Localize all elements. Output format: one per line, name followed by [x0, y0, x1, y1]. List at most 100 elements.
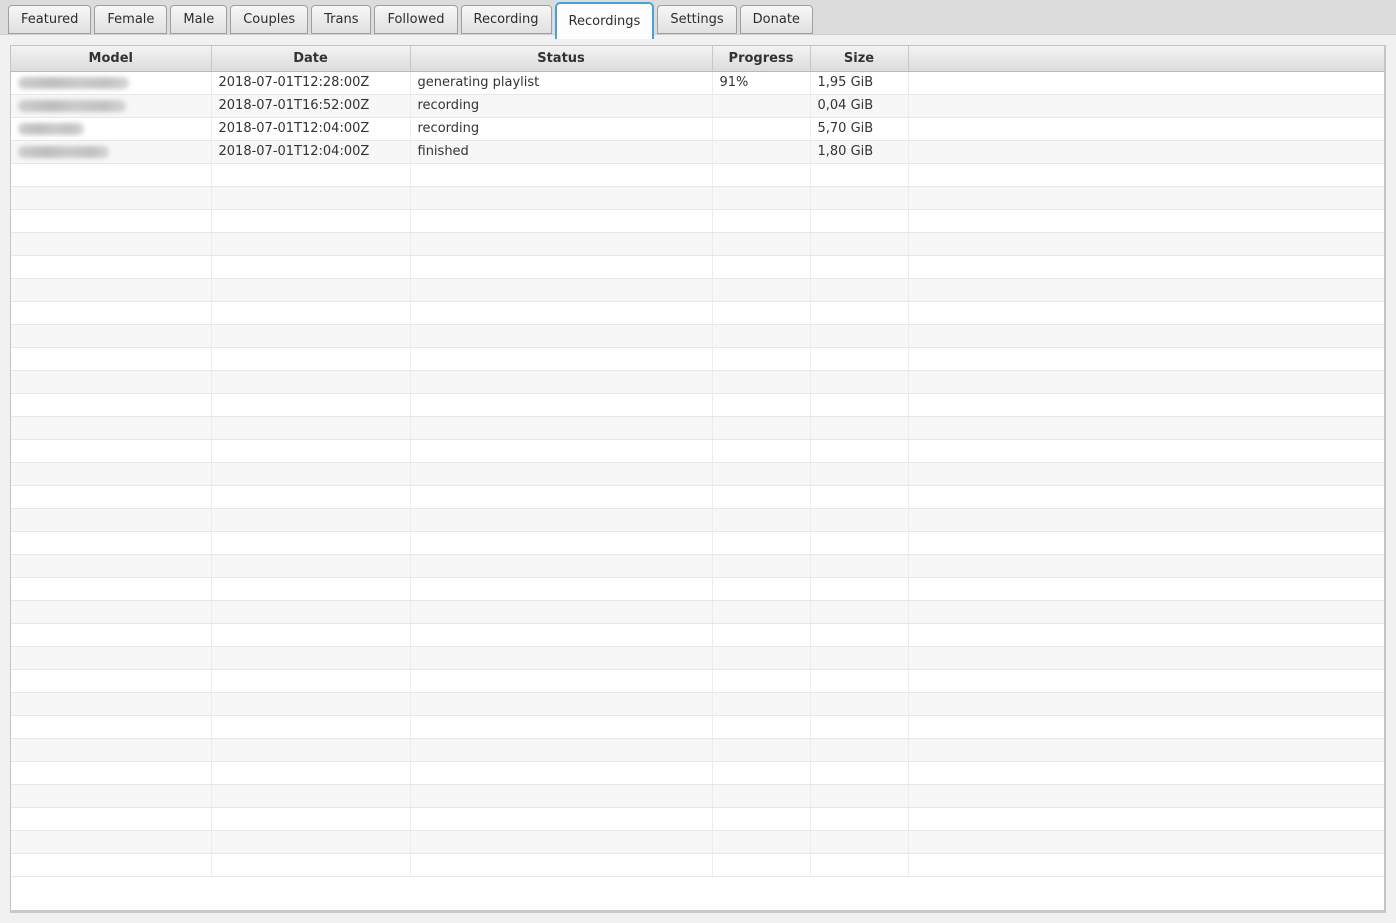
empty-cell	[810, 370, 908, 393]
empty-cell	[908, 393, 1384, 416]
empty-cell	[410, 347, 712, 370]
empty-cell	[11, 669, 211, 692]
table-row[interactable]: 2018-07-01T12:04:00Z recording 5,70 GiB	[11, 117, 1384, 140]
empty-cell	[410, 393, 712, 416]
table-row[interactable]: 2018-07-01T12:28:00Z generating playlist…	[11, 71, 1384, 94]
table-row-empty	[11, 209, 1384, 232]
empty-cell	[211, 278, 410, 301]
col-header-model[interactable]: Model	[11, 46, 211, 71]
empty-cell	[810, 347, 908, 370]
empty-cell	[11, 209, 211, 232]
tab-featured[interactable]: Featured	[8, 5, 91, 34]
filler-cell	[908, 94, 1384, 117]
table-row-empty	[11, 600, 1384, 623]
empty-cell	[211, 531, 410, 554]
empty-cell	[810, 163, 908, 186]
empty-cell	[11, 393, 211, 416]
model-cell	[11, 71, 211, 94]
empty-cell	[712, 531, 810, 554]
table-row-empty	[11, 324, 1384, 347]
table-row-empty	[11, 577, 1384, 600]
empty-cell	[712, 830, 810, 853]
empty-cell	[211, 324, 410, 347]
empty-cell	[908, 462, 1384, 485]
tab-settings[interactable]: Settings	[657, 5, 736, 34]
redacted-model-name	[18, 146, 109, 158]
tab-followed[interactable]: Followed	[374, 5, 457, 34]
table-row-empty	[11, 439, 1384, 462]
empty-cell	[908, 163, 1384, 186]
empty-cell	[908, 807, 1384, 830]
redacted-model-name	[18, 77, 129, 89]
col-header-progress[interactable]: Progress	[712, 46, 810, 71]
empty-cell	[410, 554, 712, 577]
empty-cell	[11, 186, 211, 209]
tab-recording[interactable]: Recording	[461, 5, 552, 34]
empty-cell	[712, 301, 810, 324]
col-header-date[interactable]: Date	[211, 46, 410, 71]
tab-trans[interactable]: Trans	[311, 5, 371, 34]
empty-cell	[410, 600, 712, 623]
empty-cell	[712, 692, 810, 715]
empty-cell	[211, 209, 410, 232]
empty-cell	[11, 324, 211, 347]
empty-cell	[410, 623, 712, 646]
empty-cell	[810, 807, 908, 830]
empty-cell	[211, 393, 410, 416]
table-row-empty	[11, 393, 1384, 416]
status-cell: finished	[410, 140, 712, 163]
tab-recordings[interactable]: Recordings	[555, 2, 655, 39]
model-cell	[11, 117, 211, 140]
empty-cell	[11, 761, 211, 784]
empty-cell	[712, 485, 810, 508]
empty-cell	[211, 186, 410, 209]
empty-cell	[908, 531, 1384, 554]
table-row-empty	[11, 186, 1384, 209]
table-row-empty	[11, 232, 1384, 255]
empty-cell	[410, 830, 712, 853]
empty-cell	[410, 416, 712, 439]
empty-cell	[810, 738, 908, 761]
tab-male[interactable]: Male	[170, 5, 227, 34]
empty-cell	[11, 784, 211, 807]
empty-cell	[211, 255, 410, 278]
empty-cell	[712, 853, 810, 876]
empty-cell	[810, 439, 908, 462]
empty-cell	[11, 163, 211, 186]
empty-cell	[410, 370, 712, 393]
empty-cell	[810, 784, 908, 807]
empty-cell	[410, 577, 712, 600]
filler-cell	[908, 117, 1384, 140]
table-row-empty	[11, 623, 1384, 646]
tab-couples[interactable]: Couples	[230, 5, 308, 34]
table-row-empty	[11, 508, 1384, 531]
tab-female[interactable]: Female	[94, 5, 167, 34]
date-cell: 2018-07-01T12:04:00Z	[211, 117, 410, 140]
empty-cell	[11, 738, 211, 761]
empty-cell	[211, 577, 410, 600]
empty-cell	[908, 646, 1384, 669]
col-header-size[interactable]: Size	[810, 46, 908, 71]
empty-cell	[11, 508, 211, 531]
empty-cell	[712, 623, 810, 646]
empty-cell	[712, 462, 810, 485]
empty-cell	[11, 439, 211, 462]
table-row-empty	[11, 416, 1384, 439]
empty-cell	[908, 301, 1384, 324]
table-row[interactable]: 2018-07-01T16:52:00Z recording 0,04 GiB	[11, 94, 1384, 117]
col-header-status[interactable]: Status	[410, 46, 712, 71]
empty-cell	[712, 715, 810, 738]
table-row[interactable]: 2018-07-01T12:04:00Z finished 1,80 GiB	[11, 140, 1384, 163]
empty-cell	[211, 347, 410, 370]
empty-cell	[11, 232, 211, 255]
empty-cell	[211, 692, 410, 715]
tab-donate[interactable]: Donate	[740, 5, 813, 34]
table-row-empty	[11, 715, 1384, 738]
progress-cell	[712, 117, 810, 140]
empty-cell	[211, 807, 410, 830]
empty-cell	[712, 554, 810, 577]
empty-cell	[908, 485, 1384, 508]
table-row-empty	[11, 163, 1384, 186]
empty-cell	[712, 646, 810, 669]
table-row-empty	[11, 830, 1384, 853]
